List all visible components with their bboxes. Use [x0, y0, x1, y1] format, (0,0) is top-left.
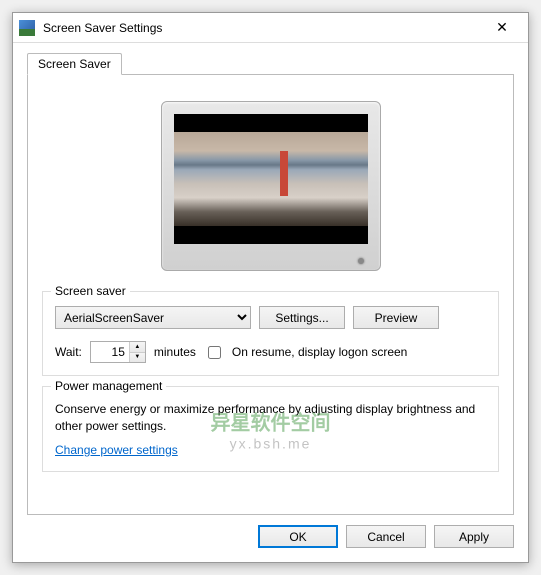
tab-strip: Screen Saver: [27, 51, 514, 75]
screensaver-select[interactable]: AerialScreenSaver: [55, 306, 251, 329]
apply-button[interactable]: Apply: [434, 525, 514, 548]
settings-button[interactable]: Settings...: [259, 306, 345, 329]
tab-panel: Screen saver AerialScreenSaver Settings.…: [27, 74, 514, 515]
spin-down-button[interactable]: ▼: [130, 353, 145, 363]
power-management-group: Power management Conserve energy or maxi…: [42, 386, 499, 472]
watermark-line2: yx.bsh.me: [211, 435, 331, 451]
dialog-footer: OK Cancel Apply: [13, 515, 528, 562]
wait-label: Wait:: [55, 345, 82, 359]
screensaver-app-icon: [19, 20, 35, 36]
minutes-label: minutes: [154, 345, 196, 359]
titlebar: Screen Saver Settings ✕: [13, 13, 528, 43]
close-icon: ✕: [496, 19, 508, 36]
tab-screen-saver[interactable]: Screen Saver: [27, 53, 122, 75]
window-title: Screen Saver Settings: [43, 21, 482, 35]
wait-spinner: ▲ ▼: [90, 341, 146, 363]
monitor-led-icon: [358, 258, 364, 264]
cancel-button[interactable]: Cancel: [346, 525, 426, 548]
power-management-label: Power management: [51, 379, 166, 393]
monitor-screen: [174, 114, 368, 244]
close-button[interactable]: ✕: [482, 14, 522, 42]
on-resume-checkbox[interactable]: [208, 346, 221, 359]
on-resume-label: On resume, display logon screen: [232, 345, 407, 359]
spin-buttons: ▲ ▼: [129, 342, 145, 362]
screen-saver-group: Screen saver AerialScreenSaver Settings.…: [42, 291, 499, 376]
ok-button[interactable]: OK: [258, 525, 338, 548]
preview-button[interactable]: Preview: [353, 306, 439, 329]
change-power-settings-link[interactable]: Change power settings: [55, 443, 178, 457]
screensaver-preview-image: [174, 132, 368, 226]
power-management-desc: Conserve energy or maximize performance …: [55, 401, 486, 435]
dialog-content: Screen Saver Screen saver AerialScreenSa…: [13, 43, 528, 515]
monitor-preview-area: [42, 89, 499, 291]
monitor-frame: [161, 101, 381, 271]
screen-saver-group-label: Screen saver: [51, 284, 130, 298]
spin-up-button[interactable]: ▲: [130, 342, 145, 353]
screen-saver-dialog: Screen Saver Settings ✕ Screen Saver Scr…: [12, 12, 529, 563]
wait-input[interactable]: [91, 342, 129, 362]
